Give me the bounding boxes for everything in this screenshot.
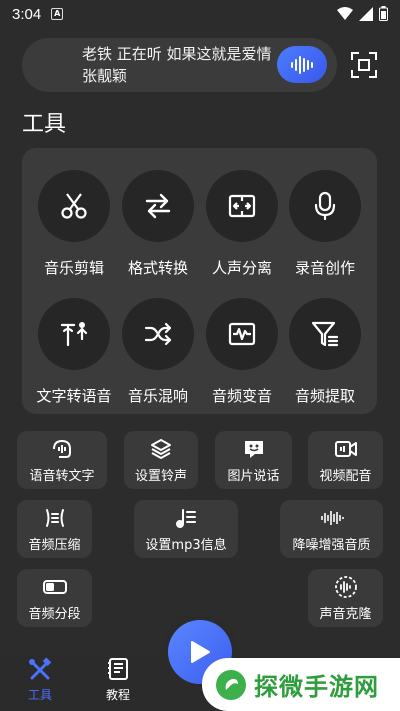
tool-format-convert[interactable]: 格式转换 (114, 170, 202, 280)
tool-circle (206, 298, 278, 370)
book-icon (108, 658, 128, 680)
section-title: 工具 (22, 112, 67, 137)
layers-icon (151, 438, 171, 459)
shuffle-icon (144, 322, 172, 346)
music-list-icon (176, 508, 196, 528)
chip-set-ringtone[interactable]: 设置铃声 (124, 431, 198, 489)
notification-a-icon: A (51, 8, 64, 20)
voice-text-icon (53, 439, 71, 458)
tool-circle (38, 298, 110, 370)
chip-label: 设置铃声 (134, 468, 187, 484)
tool-label: 格式转换 (127, 259, 188, 277)
chat-face-icon (244, 440, 263, 458)
play-icon (191, 641, 210, 663)
tool-audio-extract[interactable]: 音频提取 (281, 298, 369, 408)
split-icon (228, 194, 256, 218)
tool-circle (38, 170, 110, 242)
chip-set-mp3-info[interactable]: 设置mp3信息 (134, 500, 238, 558)
swap-arrows-icon (145, 193, 171, 219)
tools-icon (29, 657, 52, 680)
microphone-icon (314, 191, 336, 221)
clone-wave-icon (334, 575, 357, 598)
tool-music-cut[interactable]: 音乐剪辑 (30, 170, 118, 280)
sound-wave-icon (291, 55, 313, 74)
chip-label: 降噪增强音质 (292, 537, 371, 553)
chip-speech-to-text[interactable]: 语音转文字 (17, 431, 107, 489)
nav-item-tools[interactable]: 工具 (10, 657, 70, 703)
tool-label: 文字转语音 (36, 387, 112, 405)
status-bar: 3:04 A (0, 0, 400, 28)
chip-audio-segment[interactable]: 音频分段 (17, 569, 92, 627)
chip-label: 声音克隆 (319, 606, 372, 622)
segment-icon (42, 579, 67, 594)
tool-circle (122, 170, 194, 242)
scan-button[interactable] (349, 50, 379, 80)
recognize-music-button[interactable] (277, 46, 327, 83)
tool-label: 人声分离 (211, 259, 272, 277)
signal-icon (359, 6, 373, 21)
now-playing-text: 老铁 正在听 如果这就是爱情 张靓颖 (82, 45, 272, 85)
status-time: 3:04 (12, 5, 42, 23)
chip-label: 音频分段 (28, 606, 81, 622)
chip-label: 语音转文字 (29, 468, 95, 484)
battery-icon (379, 6, 388, 21)
filter-icon (311, 321, 339, 347)
watermark: 探微手游网 (202, 658, 400, 711)
tool-circle (289, 170, 361, 242)
video-mic-icon (334, 440, 357, 457)
tool-circle (206, 170, 278, 242)
chip-picture-talk[interactable]: 图片说话 (215, 431, 292, 489)
chip-label: 视频配音 (319, 468, 372, 484)
tool-circle (122, 298, 194, 370)
tool-label: 录音创作 (294, 259, 355, 277)
status-icons (337, 6, 388, 21)
tool-record[interactable]: 录音创作 (281, 170, 369, 280)
compress-icon (45, 508, 64, 527)
wifi-icon (337, 6, 353, 20)
tool-label: 音频变音 (211, 387, 272, 405)
watermark-logo-icon (216, 669, 246, 700)
tool-voice-change[interactable]: 音频变音 (198, 298, 286, 408)
chip-label: 音频压缩 (28, 537, 81, 553)
tool-label: 音频提取 (294, 387, 355, 405)
chip-noise-reduction[interactable]: 降噪增强音质 (280, 500, 383, 558)
tool-music-reverb[interactable]: 音乐混响 (114, 298, 202, 408)
nav-label-tutorial: 教程 (105, 688, 130, 702)
watermark-text: 探微手游网 (254, 673, 379, 701)
chip-video-dubbing[interactable]: 视频配音 (308, 431, 383, 489)
tool-text-to-speech[interactable]: 文字转语音 (30, 298, 118, 408)
scissors-icon (61, 193, 87, 219)
nav-item-tutorial[interactable]: 教程 (88, 657, 148, 703)
tools-panel: 音乐剪辑 格式转换 人声分离 录音创作 文字转语音 音乐混响 音频变音 音频提取 (22, 148, 377, 414)
tool-circle (289, 298, 361, 370)
chip-audio-compress[interactable]: 音频压缩 (17, 500, 92, 558)
tool-vocal-separation[interactable]: 人声分离 (198, 170, 286, 280)
equalizer-icon (320, 510, 344, 525)
tool-label: 音乐混响 (127, 387, 188, 405)
chip-label: 设置mp3信息 (145, 537, 227, 553)
now-playing-bar[interactable]: 老铁 正在听 如果这就是爱情 张靓颖 (22, 38, 337, 92)
waveform-box-icon (228, 322, 256, 346)
text-to-speech-icon (60, 322, 88, 347)
chip-label: 图片说话 (227, 468, 280, 484)
scan-icon (351, 52, 377, 78)
chip-voice-clone[interactable]: 声音克隆 (308, 569, 383, 627)
nav-label-tools: 工具 (27, 688, 52, 702)
tool-label: 音乐剪辑 (43, 259, 104, 277)
